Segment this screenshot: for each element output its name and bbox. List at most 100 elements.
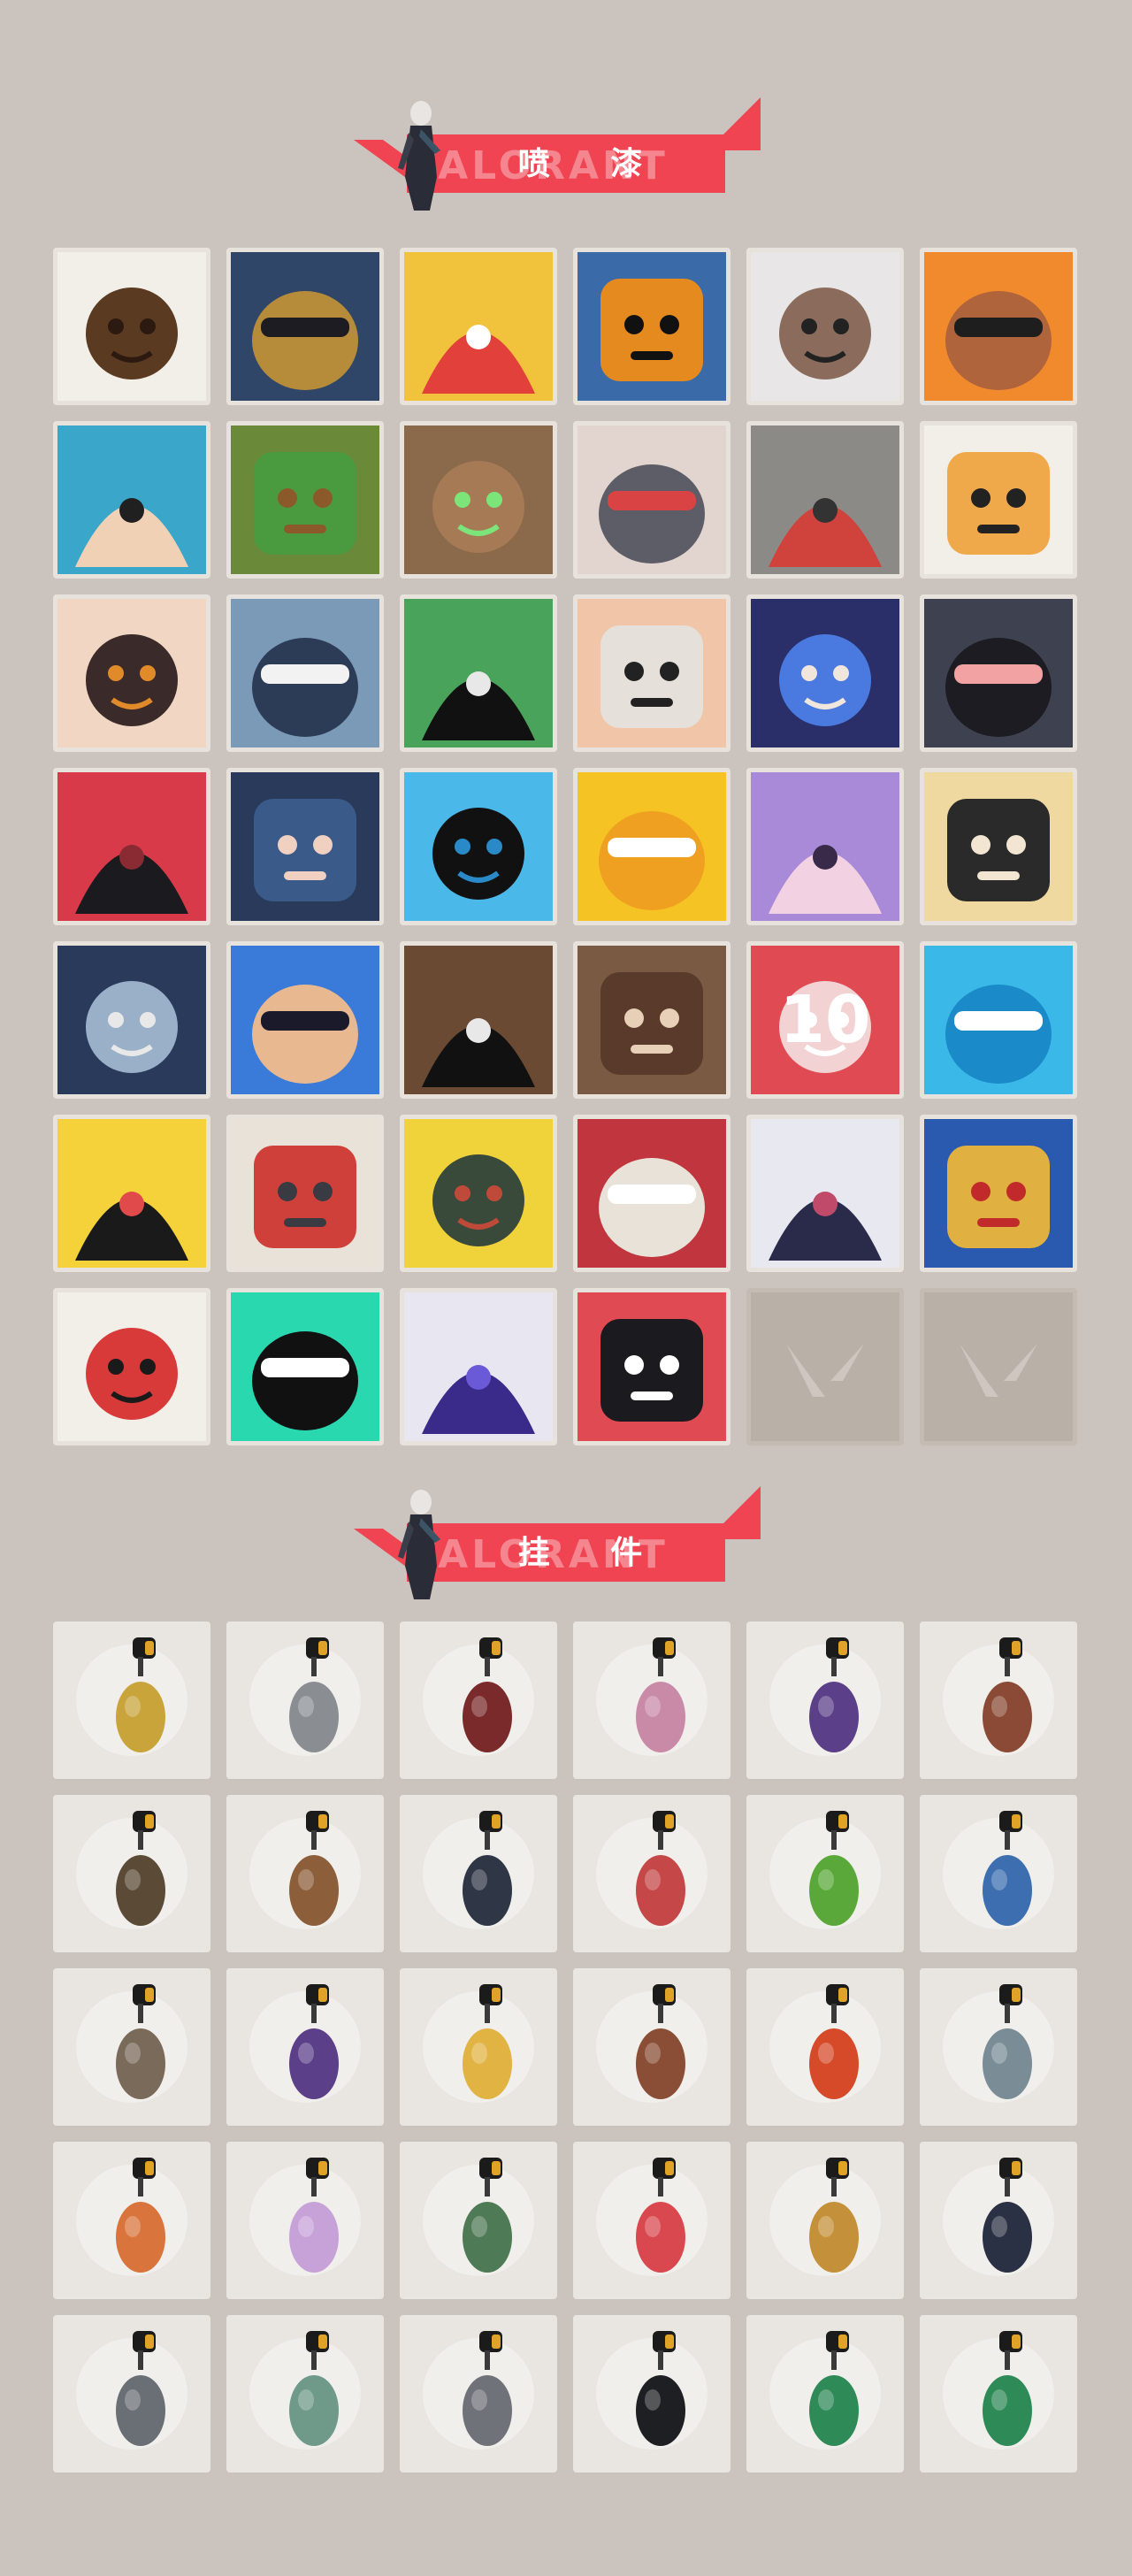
- spray-tile[interactable]: [573, 1115, 730, 1272]
- charm-tile[interactable]: [920, 1795, 1077, 1952]
- beehive-charm-icon: [809, 2158, 859, 2273]
- spray-slot-empty[interactable]: [920, 1288, 1077, 1445]
- charm-tile[interactable]: [400, 1795, 557, 1952]
- spray-tile[interactable]: [400, 941, 557, 1099]
- spray-tile[interactable]: [746, 421, 904, 579]
- charm-tile[interactable]: [53, 2315, 210, 2472]
- spray-tile[interactable]: [920, 768, 1077, 925]
- charm-tile[interactable]: [400, 2142, 557, 2299]
- spray-text: 10: [779, 982, 871, 1058]
- agent-figure-icon: [398, 101, 440, 211]
- spray-tile[interactable]: [226, 594, 384, 752]
- spray-tile[interactable]: [53, 1288, 210, 1445]
- spray-tile[interactable]: [226, 941, 384, 1099]
- spray-tile[interactable]: [400, 768, 557, 925]
- charm-tile[interactable]: [746, 1968, 904, 2126]
- valorant-watermark-icon: [960, 1344, 1037, 1397]
- spray-tile[interactable]: [226, 248, 384, 405]
- spray-tile[interactable]: [400, 1115, 557, 1272]
- spray-tile[interactable]: [53, 1115, 210, 1272]
- spray-tile[interactable]: [573, 594, 730, 752]
- charm-tile[interactable]: [920, 1622, 1077, 1779]
- pastel-figure-charm-icon: [289, 2158, 339, 2273]
- laughing-cat-icon: [924, 599, 1073, 748]
- charm-tile[interactable]: [53, 1795, 210, 1952]
- charm-tile[interactable]: [53, 2142, 210, 2299]
- charm-tile[interactable]: [746, 1795, 904, 1952]
- charm-tile[interactable]: [920, 2142, 1077, 2299]
- crate-charm-icon: [289, 1811, 339, 1926]
- spray-tile[interactable]: [53, 768, 210, 925]
- charm-tile[interactable]: [226, 2315, 384, 2472]
- spray-tile[interactable]: [746, 1115, 904, 1272]
- frog-magician-icon: [404, 599, 553, 748]
- charm-tile[interactable]: [746, 2142, 904, 2299]
- section-title-sprays: 喷 漆: [517, 146, 668, 182]
- spray-tile[interactable]: [53, 594, 210, 752]
- spray-tile[interactable]: [573, 421, 730, 579]
- spray-tile[interactable]: [573, 248, 730, 405]
- charm-tile[interactable]: [573, 1968, 730, 2126]
- spray-tile[interactable]: [53, 941, 210, 1099]
- pencil-girl-icon: [57, 599, 206, 748]
- spray-tile[interactable]: 10: [746, 941, 904, 1099]
- spray-tile[interactable]: [53, 421, 210, 579]
- charm-tile[interactable]: [573, 1795, 730, 1952]
- spray-tile[interactable]: [746, 768, 904, 925]
- charm-tile[interactable]: [400, 1622, 557, 1779]
- spray-tile[interactable]: [920, 1115, 1077, 1272]
- charm-tile[interactable]: [226, 1795, 384, 1952]
- backpack-charm-icon: [116, 1811, 165, 1926]
- turban-gunner-icon: [924, 252, 1073, 401]
- charm-tile[interactable]: [573, 1622, 730, 1779]
- charm-tile[interactable]: [746, 1622, 904, 1779]
- charm-tile[interactable]: [920, 1968, 1077, 2126]
- spray-tile[interactable]: [226, 1115, 384, 1272]
- spray-tile[interactable]: [746, 248, 904, 405]
- charm-tile[interactable]: [573, 2142, 730, 2299]
- charm-tile[interactable]: [53, 1968, 210, 2126]
- sunglasses-raccoon-icon: [751, 252, 899, 401]
- charm-tile[interactable]: [226, 1968, 384, 2126]
- astronaut-charm-icon: [983, 1811, 1032, 1926]
- section-banner-charms: VALORANT 挂 件: [354, 1486, 761, 1599]
- charm-grid: [53, 1622, 1079, 2472]
- red-card-girl-icon: [57, 1292, 206, 1441]
- shouting-mask-icon: [924, 1119, 1073, 1268]
- spray-tile[interactable]: [400, 248, 557, 405]
- charm-tile[interactable]: [746, 2315, 904, 2472]
- spray-tile[interactable]: [53, 248, 210, 405]
- spray-tile[interactable]: [400, 1288, 557, 1445]
- spray-tile[interactable]: [226, 421, 384, 579]
- spray-tile[interactable]: [573, 941, 730, 1099]
- charm-tile[interactable]: [573, 2315, 730, 2472]
- spray-tile[interactable]: [226, 1288, 384, 1445]
- charm-tile[interactable]: [920, 2315, 1077, 2472]
- spray-tile[interactable]: [573, 1288, 730, 1445]
- spray-slot-empty[interactable]: [746, 1288, 904, 1445]
- tiger-icon: [924, 426, 1073, 574]
- spray-tile[interactable]: [400, 421, 557, 579]
- page: VALORANT 喷 漆 10 VALORANT 挂 件: [0, 0, 1132, 2576]
- spray-tile[interactable]: [920, 248, 1077, 405]
- charm-tile[interactable]: [400, 1968, 557, 2126]
- blue-flame-mask-icon: [404, 772, 553, 921]
- clown-face-icon: [404, 252, 553, 401]
- charm-tile[interactable]: [226, 2142, 384, 2299]
- charm-tile[interactable]: [400, 2315, 557, 2472]
- graffiti-tag-icon: [404, 1292, 553, 1441]
- spray-tile[interactable]: [400, 594, 557, 752]
- blonde-agent-icon: [924, 772, 1073, 921]
- charm-tile[interactable]: [53, 1622, 210, 1779]
- spray-tile[interactable]: [573, 768, 730, 925]
- bruised-anime-boy-icon: [57, 426, 206, 574]
- spray-tile[interactable]: [746, 594, 904, 752]
- spray-tile[interactable]: [226, 768, 384, 925]
- spray-tile[interactable]: [920, 941, 1077, 1099]
- grinning-girl-icon: [231, 946, 379, 1094]
- charm-tile[interactable]: [226, 1622, 384, 1779]
- spray-tile[interactable]: [920, 594, 1077, 752]
- dancer-girl-icon: [751, 1119, 899, 1268]
- spray-tile[interactable]: [920, 421, 1077, 579]
- valorant-logo-glitch-icon: [231, 1292, 379, 1441]
